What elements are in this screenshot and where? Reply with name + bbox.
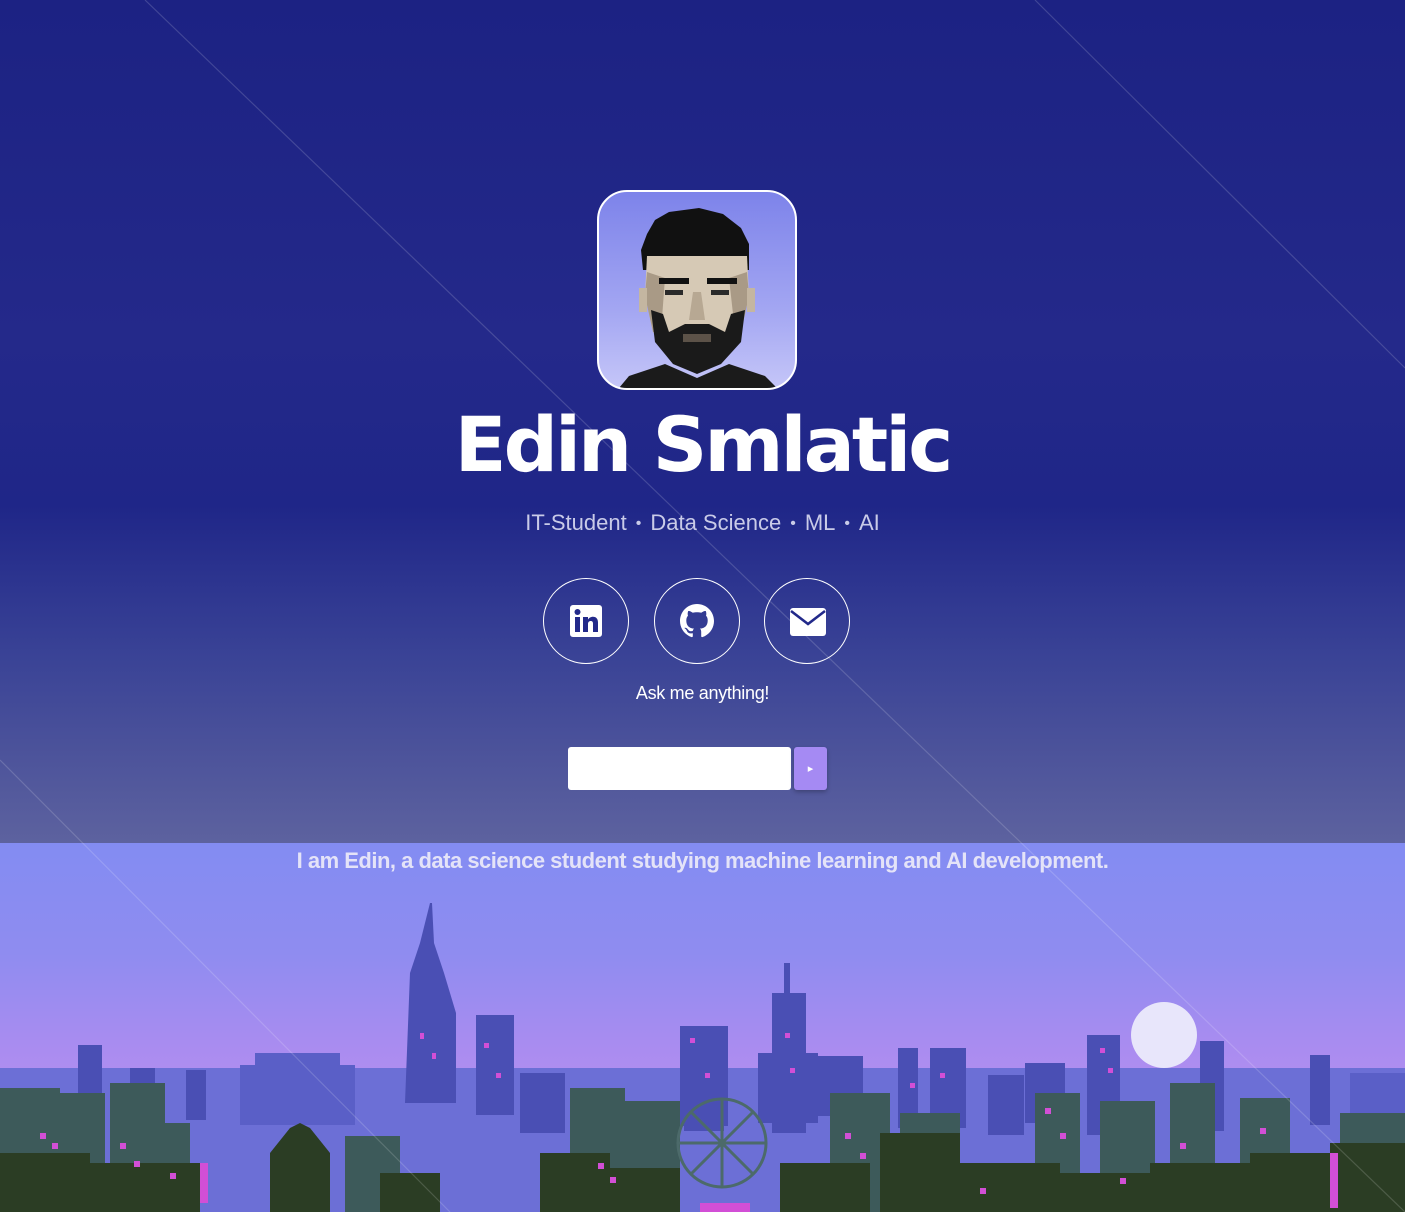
avatar	[597, 190, 797, 390]
profile-tagline: IT-Student • Data Science • ML • AI	[0, 508, 1405, 539]
social-links	[543, 578, 863, 666]
ask-input[interactable]	[568, 747, 791, 790]
city-skyline-illustration	[0, 843, 1405, 1212]
tagline-item: AI	[858, 510, 880, 535]
skyline-svg	[0, 903, 1405, 1212]
bio-text: I am Edin, a data science student studyi…	[296, 848, 1109, 873]
tagline-item: Data Science	[650, 510, 782, 535]
github-button[interactable]	[654, 578, 740, 664]
email-button[interactable]	[764, 578, 850, 664]
tagline-item: IT-Student	[525, 510, 627, 535]
profile-name: Edin Smlatic	[454, 400, 954, 489]
pixel-portrait-icon	[619, 208, 777, 388]
tagline-separator: •	[790, 515, 796, 532]
linkedin-icon	[570, 605, 602, 637]
envelope-icon	[790, 608, 826, 636]
ask-prompt: Ask me anything!	[635, 683, 770, 703]
linkedin-button[interactable]	[543, 578, 629, 664]
tagline-item: ML	[804, 510, 836, 535]
github-icon	[680, 604, 714, 638]
tagline-separator: •	[635, 515, 642, 532]
tagline-separator: •	[844, 515, 850, 532]
page: Edin Smlatic IT-Student • Data Science • ML •…	[0, 0, 1405, 1212]
ask-submit-button[interactable]: ▸	[794, 747, 827, 790]
